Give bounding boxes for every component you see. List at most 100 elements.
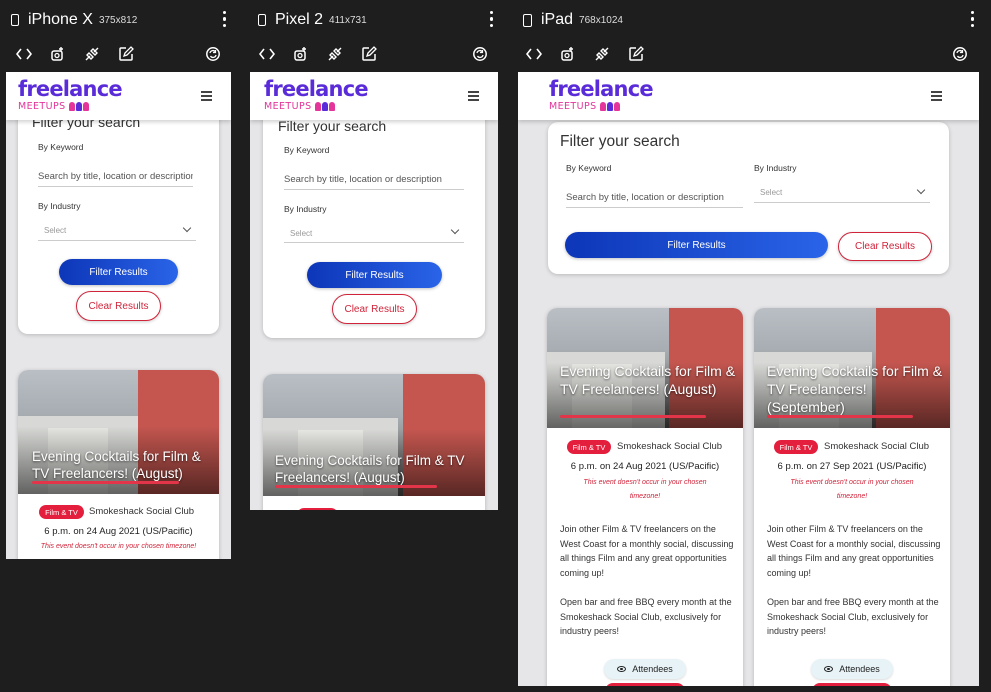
- rotate-icon[interactable]: [471, 45, 489, 63]
- action-button[interactable]: [812, 683, 892, 686]
- preview-toolbar: [15, 45, 151, 63]
- more-options-icon[interactable]: [490, 11, 494, 28]
- industry-select[interactable]: Select: [754, 185, 930, 203]
- industry-tag: Film & TV: [567, 440, 611, 454]
- logo-subtitle: MEETUPS: [264, 101, 312, 112]
- industry-select-value: Select: [44, 226, 67, 235]
- site-header: freelance MEETUPS: [518, 72, 979, 120]
- time-prefix: 6 p.m. on: [777, 461, 818, 472]
- event-description: Join other Film & TV freelancers on the …: [560, 524, 734, 578]
- filter-results-button[interactable]: Filter Results: [59, 259, 178, 285]
- site-logo[interactable]: freelance MEETUPS: [264, 79, 369, 113]
- code-icon[interactable]: [15, 45, 33, 63]
- edit-icon[interactable]: [627, 45, 645, 63]
- event-description-extra: Open bar and free BBQ every month at the…: [767, 597, 939, 636]
- code-icon[interactable]: [525, 45, 543, 63]
- camera-icon[interactable]: [292, 45, 310, 63]
- event-card[interactable]: Evening Cocktails for Film & TV Freelanc…: [18, 370, 219, 559]
- event-card[interactable]: Evening Cocktails for Film & TV Freelanc…: [263, 374, 485, 510]
- industry-label: By Industry: [38, 201, 81, 211]
- event-title[interactable]: Evening Cocktails for Film & TV Freelanc…: [32, 448, 212, 482]
- time-prefix: 6 p.m. on: [44, 526, 84, 537]
- title-underline: [560, 415, 706, 418]
- event-card[interactable]: Evening Cocktails for Film & TV Freelanc…: [547, 308, 743, 686]
- site-header: freelance MEETUPS: [6, 72, 231, 120]
- rotate-icon[interactable]: [951, 45, 969, 63]
- event-title[interactable]: Evening Cocktails for Film & TV Freelanc…: [560, 362, 738, 398]
- timezone-warning: This event doesn't occur in your chosen …: [40, 543, 197, 550]
- filter-title: Filter your search: [278, 118, 387, 134]
- device-selector[interactable]: Pixel 2 411x731: [240, 0, 367, 40]
- menu-icon[interactable]: [201, 91, 212, 101]
- more-options-icon[interactable]: [971, 11, 975, 28]
- plug-icon[interactable]: [326, 45, 344, 63]
- event-date: 27 Sep 2021: [819, 461, 874, 472]
- filter-results-button[interactable]: Filter Results: [307, 262, 442, 288]
- rotate-icon[interactable]: [204, 45, 222, 63]
- people-icon: [68, 102, 90, 111]
- clear-results-button[interactable]: Clear Results: [332, 294, 417, 324]
- chevron-down-icon: [450, 225, 460, 235]
- industry-label: By Industry: [284, 204, 327, 214]
- filter-title: Filter your search: [560, 133, 680, 150]
- eye-icon: [617, 666, 627, 672]
- camera-icon[interactable]: [559, 45, 577, 63]
- filter-results-button[interactable]: Filter Results: [565, 232, 828, 258]
- more-options-icon[interactable]: [223, 11, 227, 28]
- site-logo[interactable]: freelance MEETUPS: [18, 77, 123, 113]
- industry-select-value: Select: [760, 188, 783, 197]
- device-pane-iphone-x: iPhone X 375x812 freelance MEETUPS Filte…: [0, 0, 240, 692]
- industry-select[interactable]: Select: [284, 225, 464, 243]
- industry-select[interactable]: Select: [38, 223, 196, 241]
- site-logo[interactable]: freelance MEETUPS: [549, 77, 654, 113]
- attendees-button[interactable]: Attendees: [604, 659, 686, 679]
- keyword-search-input[interactable]: Search by title, location or description: [284, 174, 464, 190]
- keyword-label: By Keyword: [566, 163, 612, 173]
- keyword-search-input[interactable]: Search by title, location or description: [566, 192, 743, 208]
- device-dimensions: 375x812: [98, 14, 138, 26]
- event-time: 6 p.m. on 27 Sep 2021 (US/Pacific): [754, 461, 950, 472]
- logo-wordmark: freelance: [18, 77, 123, 101]
- menu-icon[interactable]: [931, 91, 942, 101]
- event-venue: Smokeshack Social Club: [617, 441, 723, 452]
- event-title[interactable]: Evening Cocktails for Film & TV Freelanc…: [275, 452, 475, 486]
- device-selector[interactable]: iPad 768x1024: [510, 0, 623, 40]
- attendees-button[interactable]: Attendees: [811, 659, 893, 679]
- clear-results-button[interactable]: Clear Results: [838, 232, 932, 261]
- people-icon: [314, 102, 336, 111]
- industry-tag: Film & TV: [39, 505, 84, 519]
- event-venue: Smokeshack Social Club: [89, 506, 195, 517]
- event-timezone: (US/Pacific): [142, 526, 193, 537]
- menu-icon[interactable]: [468, 91, 479, 101]
- event-date: 24 Aug 2021: [86, 526, 140, 537]
- edit-icon[interactable]: [360, 45, 378, 63]
- event-timezone: (US/Pacific): [876, 461, 927, 472]
- code-icon[interactable]: [258, 45, 276, 63]
- viewport: freelance MEETUPS Filter your search By …: [250, 72, 498, 510]
- industry-select-value: Select: [290, 229, 313, 238]
- attendees-label: Attendees: [839, 664, 880, 674]
- device-pane-ipad: iPad 768x1024 freelance MEETUPS Filter y…: [510, 0, 991, 692]
- event-title[interactable]: Evening Cocktails for Film & TV Freelanc…: [767, 362, 945, 416]
- keyword-search-input[interactable]: Search by title, location or description: [38, 171, 193, 187]
- event-card[interactable]: Evening Cocktails for Film & TV Freelanc…: [754, 308, 950, 686]
- preview-toolbar: [525, 45, 661, 63]
- camera-icon[interactable]: [49, 45, 67, 63]
- chevron-down-icon: [916, 185, 926, 195]
- logo-wordmark: freelance: [549, 77, 654, 101]
- device-name: iPhone X: [28, 11, 93, 28]
- event-description: Join other Film & TV freelancers on the …: [767, 524, 941, 578]
- edit-icon[interactable]: [117, 45, 135, 63]
- viewport: freelance MEETUPS Filter your search By …: [6, 72, 231, 559]
- preview-toolbar: [258, 45, 394, 63]
- plug-icon[interactable]: [593, 45, 611, 63]
- device-dimensions: 411x731: [329, 14, 367, 26]
- plug-icon[interactable]: [83, 45, 101, 63]
- device-selector[interactable]: iPhone X 375x812: [0, 0, 137, 40]
- action-button[interactable]: [605, 683, 685, 686]
- event-description-extra: Open bar and free BBQ every month at the…: [560, 597, 732, 636]
- timezone-warning: This event doesn't occur in your chosen …: [790, 479, 914, 500]
- eye-icon: [824, 666, 834, 672]
- keyword-label: By Keyword: [284, 145, 330, 155]
- clear-results-button[interactable]: Clear Results: [76, 291, 161, 321]
